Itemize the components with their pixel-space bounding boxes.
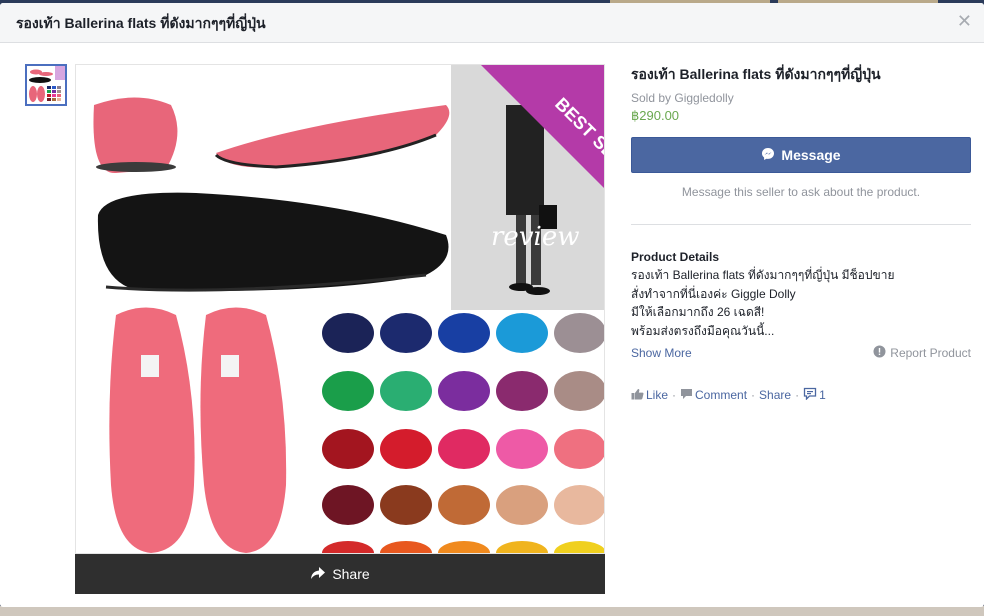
- message-button[interactable]: Message: [631, 137, 971, 173]
- comment-icon: [680, 388, 693, 403]
- like-label: Like: [646, 388, 669, 402]
- comment-label: Comment: [695, 388, 748, 402]
- product-details-heading: Product Details: [631, 250, 720, 264]
- details-line: รองเท้า Ballerina flats ที่ดังมากๆๆที่ญี…: [631, 268, 895, 282]
- product-price: ฿290.00: [631, 108, 680, 123]
- comment-count-value: 1: [819, 388, 826, 402]
- report-product-link[interactable]: Report Product: [873, 345, 971, 361]
- comment-button[interactable]: Comment: [680, 388, 747, 403]
- share-arrow-icon: [310, 566, 326, 583]
- comment-count-icon: [803, 387, 817, 403]
- separator-dot: ·: [795, 388, 800, 402]
- product-photo[interactable]: BEST SELLER review: [75, 64, 605, 554]
- action-bar: Like · Comment · Share · 1: [631, 387, 971, 403]
- share-button[interactable]: Share: [759, 388, 791, 402]
- product-dialog: รองเท้า Ballerina flats ที่ดังมากๆๆที่ญี…: [0, 3, 984, 607]
- details-line: พร้อมส่งตรงถึงมือคุณวันนี้...: [631, 323, 775, 338]
- comment-count[interactable]: 1: [803, 387, 826, 403]
- dialog-header: รองเท้า Ballerina flats ที่ดังมากๆๆที่ญี…: [0, 3, 984, 43]
- separator-dot: ·: [672, 388, 677, 402]
- details-footer: Show More Report Product: [631, 345, 971, 361]
- separator-dot: ·: [751, 388, 756, 402]
- review-watermark: review: [491, 222, 579, 252]
- photo-share-button[interactable]: Share: [75, 554, 605, 594]
- report-product-label: Report Product: [890, 346, 971, 360]
- product-info-panel: รองเท้า Ballerina flats ที่ดังมากๆๆที่ญี…: [631, 64, 971, 403]
- close-icon[interactable]: ✕: [957, 11, 972, 32]
- details-line: สั่งทำจากที่นี่เองค่ะ Giggle Dolly: [631, 286, 796, 301]
- like-button[interactable]: Like: [631, 388, 668, 403]
- dialog-title: รองเท้า Ballerina flats ที่ดังมากๆๆที่ญี…: [16, 15, 266, 31]
- background-page-bottom: [0, 606, 984, 616]
- messenger-icon: [761, 147, 775, 164]
- photo-share-label: Share: [332, 566, 370, 582]
- divider: [631, 224, 971, 225]
- seller-name[interactable]: Sold by Giggledolly: [631, 91, 971, 105]
- thumbs-up-icon: [631, 388, 644, 403]
- details-line: มีให้เลือกมากถึง 26 เฉดสี!: [631, 305, 765, 319]
- product-details-text: รองเท้า Ballerina flats ที่ดังมากๆๆที่ญี…: [631, 266, 971, 340]
- message-hint: Message this seller to ask about the pro…: [681, 185, 921, 199]
- warning-icon: [873, 345, 886, 361]
- message-button-label: Message: [781, 147, 841, 163]
- show-more-link[interactable]: Show More: [631, 346, 692, 360]
- product-title: รองเท้า Ballerina flats ที่ดังมากๆๆที่ญี…: [631, 66, 881, 82]
- photo-thumbnail[interactable]: [25, 64, 67, 106]
